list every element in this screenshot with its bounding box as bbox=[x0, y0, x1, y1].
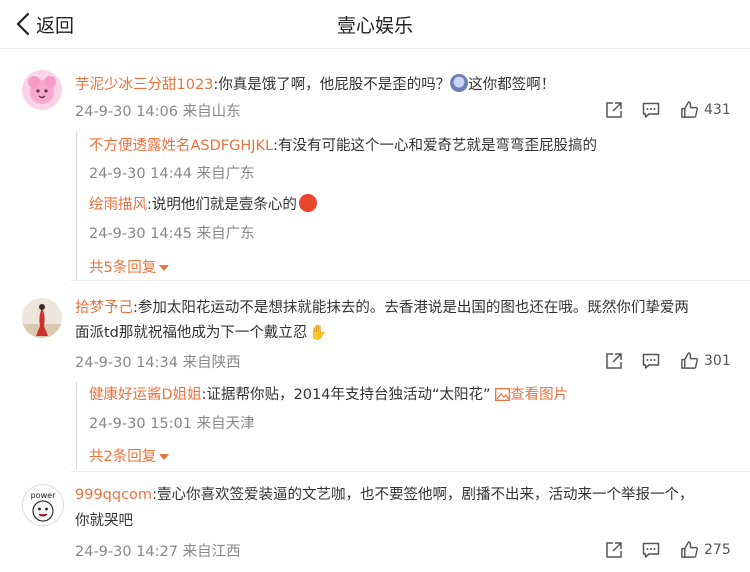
comment-username[interactable]: 拾梦予己 bbox=[75, 300, 133, 316]
comment-meta: 24-9-30 14:34 来自陕西 bbox=[75, 351, 241, 372]
reply-location: 来自广东 bbox=[196, 166, 255, 182]
avatar[interactable] bbox=[22, 70, 62, 110]
reply-time: 24-9-30 15:01 bbox=[89, 416, 192, 432]
view-image-link[interactable]: 查看图片 bbox=[495, 387, 568, 403]
comment-location: 来自江西 bbox=[182, 544, 241, 560]
reply-meta: 24-9-30 15:01 来自天津 bbox=[89, 412, 255, 433]
comment-time: 24-9-30 14:27 bbox=[75, 544, 178, 560]
comment-item: 芋泥少冰三分甜1023:你真是饿了啊，他屁股不是歪的吗？ 这你都签啊！ 24-9-… bbox=[0, 48, 750, 280]
reply-box: 健康好运酱D姐姐:证据帮你贴，2014年支持台独活动“太阳花” 查看图片 24-… bbox=[76, 382, 750, 469]
comment-button[interactable] bbox=[641, 540, 661, 560]
reply-text: 健康好运酱D姐姐:证据帮你贴，2014年支持台独活动“太阳花” 查看图片 bbox=[89, 385, 568, 407]
reply-username[interactable]: 健康好运酱D姐姐 bbox=[89, 387, 202, 403]
like-icon bbox=[680, 100, 699, 119]
reply-text: 绘雨描风:说明他们就是壹条心的 bbox=[89, 194, 317, 215]
avatar[interactable] bbox=[22, 298, 62, 338]
share-button[interactable] bbox=[604, 100, 624, 120]
reply-text: 不方便透露姓名ASDFGHJKL:有没有可能这个一心和爱奇艺就是弯弯歪屁股搞的 bbox=[89, 138, 598, 154]
comment-username[interactable]: 芋泥少冰三分甜1023 bbox=[75, 77, 213, 93]
pray-emoji-icon: ✋ bbox=[309, 325, 328, 341]
comment-text-line2: 面派td那就祝福他成为下一个戴立忍 ✋ bbox=[75, 325, 328, 341]
comment-meta: 24-9-30 14:06 来自山东 bbox=[75, 100, 241, 121]
comment-location: 来自山东 bbox=[182, 104, 241, 120]
comment-icon bbox=[641, 540, 661, 560]
share-button[interactable] bbox=[604, 351, 624, 371]
share-button[interactable] bbox=[604, 540, 624, 560]
comment-meta: 24-9-30 14:27 来自江西 bbox=[75, 540, 241, 561]
comment-icon bbox=[641, 100, 661, 120]
page-title: 壹心娱乐 bbox=[336, 15, 413, 37]
emoji-icon bbox=[298, 194, 317, 212]
comment-icon bbox=[641, 351, 661, 371]
chevron-down-icon bbox=[159, 265, 170, 271]
top-bar: 返回 壹心娱乐 bbox=[0, 0, 750, 49]
reply-box: 不方便透露姓名ASDFGHJKL:有没有可能这个一心和爱奇艺就是弯弯歪屁股搞的 … bbox=[76, 132, 750, 280]
comment-item: 拾梦予己:参加太阳花运动不是想抹就能抹去的。去香港说是出国的图也还在哦。既然你们… bbox=[0, 281, 750, 471]
show-more-replies-button[interactable]: 共2条回复 bbox=[89, 445, 170, 466]
comment-button[interactable] bbox=[641, 100, 661, 120]
chevron-down-icon bbox=[159, 454, 170, 460]
like-icon bbox=[680, 351, 699, 370]
like-icon bbox=[680, 540, 699, 559]
reply-meta: 24-9-30 14:44 来自广东 bbox=[89, 162, 255, 183]
like-button[interactable]: 301 bbox=[680, 351, 731, 370]
reply-username[interactable]: 不方便透露姓名ASDFGHJKL bbox=[89, 138, 273, 154]
comment-time: 24-9-30 14:06 bbox=[75, 104, 178, 120]
comment-text: 999qqcom:壹心你喜欢签爱装逼的文艺咖，也不要签他啊，剧播不出来，活动来一… bbox=[75, 487, 694, 503]
comment-text: 芋泥少冰三分甜1023:你真是饿了啊，他屁股不是歪的吗？ 这你都签啊！ bbox=[75, 74, 555, 95]
like-button[interactable]: 275 bbox=[680, 540, 731, 559]
emoji-icon bbox=[450, 74, 469, 92]
svg-text:power: power bbox=[31, 491, 56, 500]
share-icon bbox=[604, 351, 624, 371]
reply-location: 来自天津 bbox=[196, 416, 255, 432]
like-count: 275 bbox=[704, 541, 731, 558]
comment-item: power 999qqcom:壹心你喜欢签爱装逼的文艺咖，也不要签他啊，剧播不出… bbox=[0, 472, 750, 572]
like-count: 431 bbox=[704, 101, 731, 118]
comment-text-line2: 你就哭吧 bbox=[75, 513, 133, 529]
image-icon bbox=[495, 387, 511, 407]
comment-text: 拾梦予己:参加太阳花运动不是想抹就能抹去的。去香港说是出国的图也还在哦。既然你们… bbox=[75, 300, 689, 316]
reply-username[interactable]: 绘雨描风 bbox=[89, 197, 147, 213]
reply-time: 24-9-30 14:45 bbox=[89, 226, 192, 242]
comment-time: 24-9-30 14:34 bbox=[75, 355, 178, 371]
reply-meta: 24-9-30 14:45 来自广东 bbox=[89, 222, 255, 243]
share-icon bbox=[604, 540, 624, 560]
avatar[interactable]: power bbox=[22, 484, 64, 526]
reply-time: 24-9-30 14:44 bbox=[89, 166, 192, 182]
show-more-replies-button[interactable]: 共5条回复 bbox=[89, 256, 170, 277]
like-button[interactable]: 431 bbox=[680, 100, 731, 119]
comment-username[interactable]: 999qqcom bbox=[75, 487, 152, 503]
reply-location: 来自广东 bbox=[196, 226, 255, 242]
like-count: 301 bbox=[704, 352, 731, 369]
comment-location: 来自陕西 bbox=[182, 355, 241, 371]
share-icon bbox=[604, 100, 624, 120]
comment-button[interactable] bbox=[641, 351, 661, 371]
